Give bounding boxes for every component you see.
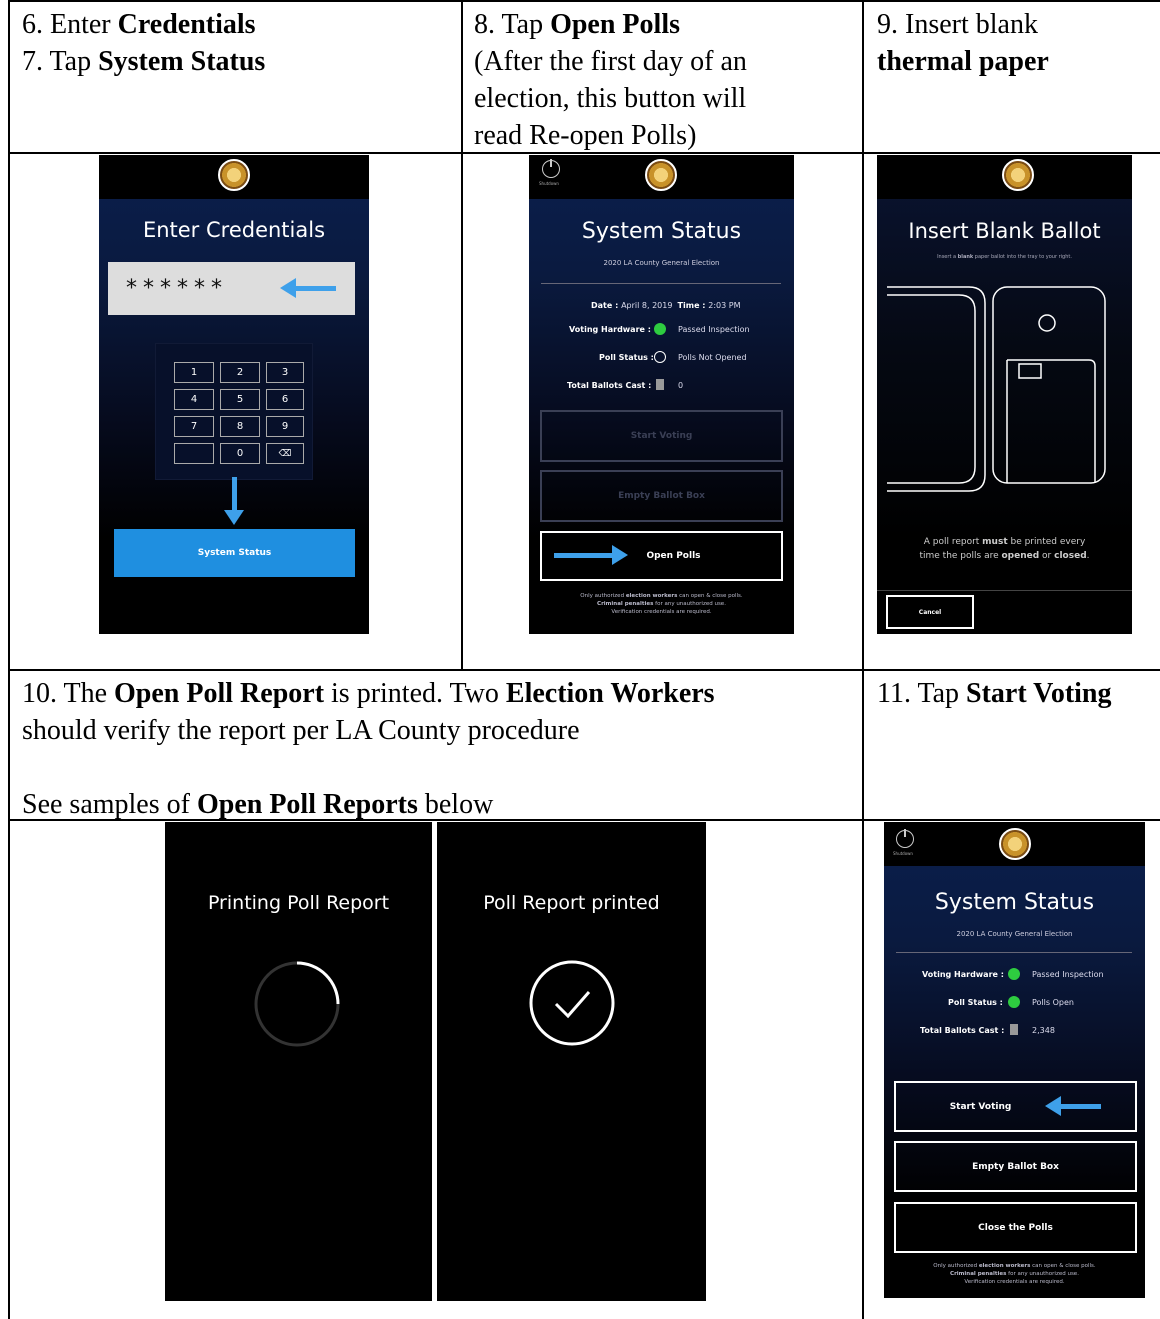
start-voting-button[interactable]: Start Voting [540, 410, 783, 462]
empty-ballot-box-button[interactable]: Empty Ballot Box [540, 470, 783, 522]
system-status-button[interactable]: System Status [114, 529, 355, 577]
key-1[interactable]: 1 [174, 362, 214, 383]
key-9[interactable]: 9 [266, 416, 304, 437]
arrow-down-head [224, 510, 244, 525]
empty-ballot-box-button[interactable]: Empty Ballot Box [894, 1141, 1137, 1192]
key-7[interactable]: 7 [174, 416, 214, 437]
county-seal-icon [218, 159, 250, 191]
key-0[interactable]: 0 [220, 443, 260, 464]
key-2[interactable]: 2 [220, 362, 260, 383]
poll-status-label: Poll Status : [599, 353, 654, 362]
divider [896, 952, 1132, 953]
screen-subtitle: 2020 LA County General Election [603, 259, 720, 267]
power-icon[interactable] [896, 829, 914, 848]
power-icon[interactable] [542, 159, 560, 178]
key-8[interactable]: 8 [220, 416, 260, 437]
step-10-text: 10. The Open Poll Report is printed. Two… [22, 678, 715, 820]
divider [541, 283, 781, 284]
step-11-text: 11. Tap Start Voting [877, 678, 1112, 709]
arrow-left-icon [1045, 1096, 1101, 1116]
poll-status-label: Poll Status : [948, 998, 1003, 1007]
shutdown-label: Shutdown [539, 181, 559, 186]
hardware-status-dot [654, 323, 666, 335]
ballot-box-icon [656, 379, 664, 390]
system-status-screen-after: Shutdown System Status 2020 LA County Ge… [884, 822, 1145, 1298]
backspace-key[interactable]: ⌫ [266, 443, 304, 464]
county-seal-icon [645, 159, 677, 191]
insert-ballot-screen: Insert Blank Ballot Insert a blank paper… [877, 155, 1132, 634]
loading-spinner-icon [254, 961, 340, 1047]
poll-report-note: A poll report must be printed every time… [919, 537, 1090, 561]
screen-subtitle: 2020 LA County General Election [956, 930, 1073, 938]
step-6-7-text: 6. Enter Credentials 7. Tap System Statu… [22, 9, 266, 77]
screen-title: Poll Report printed [483, 892, 660, 914]
hardware-label: Voting Hardware : [922, 970, 1004, 979]
step-9-text: 9. Insert blank thermal paper [877, 9, 1049, 77]
arrow-down-icon [232, 477, 237, 513]
poll-status-dot [1008, 996, 1020, 1008]
key-3[interactable]: 3 [266, 362, 304, 383]
screen-title: System Status [934, 890, 1095, 915]
hardware-value: Passed Inspection [1032, 970, 1104, 979]
screen-title: Printing Poll Report [207, 892, 390, 914]
hardware-label: Voting Hardware : [569, 325, 651, 334]
credentials-screen: Enter Credentials ****** 1 2 3 4 5 6 7 8… [99, 155, 369, 634]
date-time-row: Date : April 8, 2019 Time : 2:03 PM [591, 301, 741, 310]
ballots-value: 0 [678, 381, 684, 390]
key-blank [174, 443, 214, 464]
shutdown-label: Shutdown [893, 851, 913, 856]
divider [877, 590, 1132, 591]
close-polls-button[interactable]: Close the Polls [894, 1202, 1137, 1253]
county-seal-icon [999, 828, 1031, 860]
table-border-top [8, 0, 1160, 2]
ballot-box-icon [1010, 1024, 1018, 1035]
poll-status-value: Polls Open [1032, 998, 1074, 1007]
ballots-value: 2,348 [1032, 1026, 1055, 1035]
hardware-status-dot [1008, 968, 1020, 980]
system-status-screen-before: Shutdown System Status 2020 LA County Ge… [529, 155, 794, 634]
step-8-text: 8. Tap Open Polls (After the first day o… [474, 9, 747, 151]
ballots-label: Total Ballots Cast : [920, 1026, 1005, 1035]
report-printed-screen: Poll Report printed [437, 822, 706, 1301]
screen-title: System Status [581, 219, 742, 244]
key-4[interactable]: 4 [174, 389, 214, 410]
screen-footer: Only authorized election workers can ope… [933, 1263, 1096, 1285]
printing-report-screen: Printing Poll Report [165, 822, 432, 1301]
keypad: 1 2 3 4 5 6 7 8 9 0 ⌫ [155, 343, 313, 480]
checkmark-icon [529, 960, 615, 1046]
screen-footer: Only authorized election workers can ope… [580, 593, 743, 615]
key-6[interactable]: 6 [266, 389, 304, 410]
hardware-value: Passed Inspection [678, 325, 750, 334]
table-divider [461, 0, 463, 669]
screen-title: Enter Credentials [142, 218, 326, 242]
table-divider [862, 0, 864, 1319]
poll-status-value: Polls Not Opened [678, 353, 747, 362]
arrow-right-icon [554, 545, 628, 565]
table-rule [8, 669, 1160, 671]
poll-status-dot [654, 351, 666, 363]
ballots-label: Total Ballots Cast : [567, 381, 652, 390]
table-border-left [8, 0, 10, 1319]
arrow-left-icon [280, 278, 336, 298]
cancel-button[interactable]: Cancel [886, 595, 974, 629]
key-5[interactable]: 5 [220, 389, 260, 410]
